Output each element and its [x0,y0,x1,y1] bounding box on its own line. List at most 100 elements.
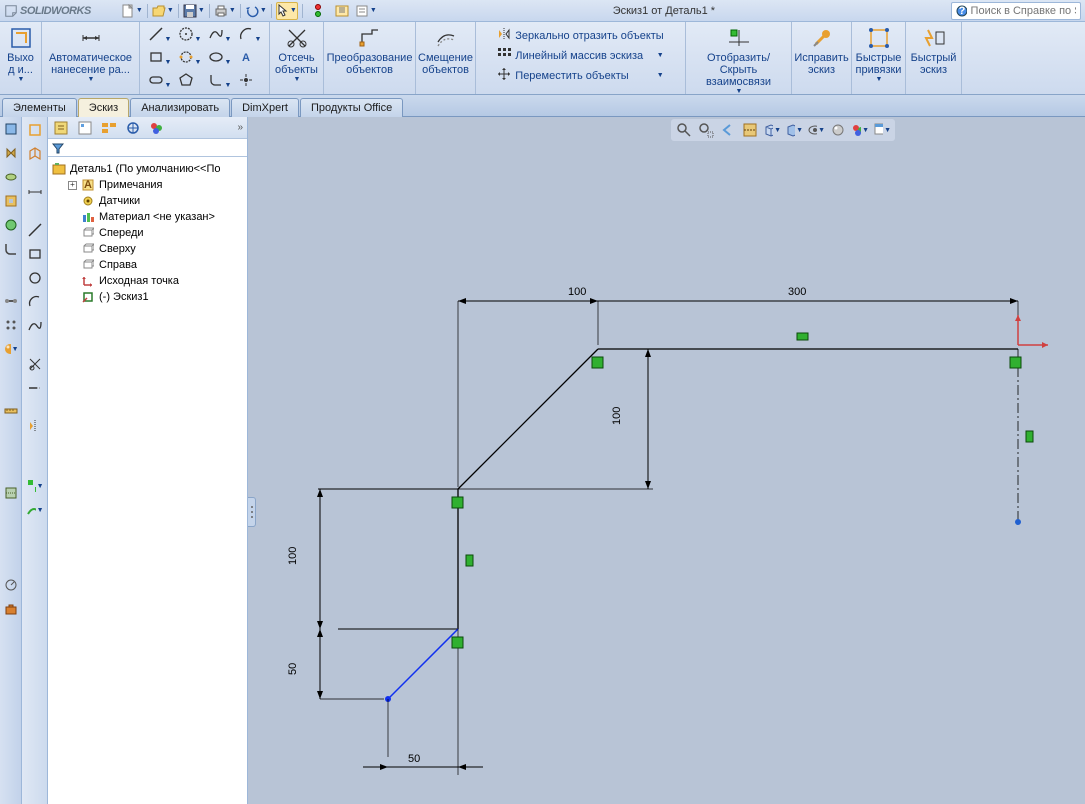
display-relations-button[interactable]: Отобразить/Скрыть взаимосвязи ▼ [692,24,786,97]
circle-tool[interactable]: ▼ [178,26,202,45]
tree-front-plane[interactable]: Спереди [50,225,245,241]
3dsketch-icon[interactable] [26,145,44,163]
undo-button[interactable]: ▼ [245,2,267,20]
tree-show-icon[interactable] [52,119,70,137]
mirror-icon[interactable] [26,417,44,435]
extrude-icon[interactable] [3,145,19,161]
save-button[interactable]: ▼ [183,2,205,20]
arc2-icon[interactable] [26,293,44,311]
features-icon[interactable] [3,121,19,137]
rebuild-button[interactable] [307,2,329,20]
quick-snaps-button[interactable]: Быстрые привязки ▼ [854,24,904,85]
rectangle-tool[interactable]: ▼ [148,49,172,68]
tab-features[interactable]: Элементы [2,98,77,117]
mirror-entities-button[interactable]: Зеркально отразить объекты [495,26,665,45]
help-search[interactable]: ? [951,2,1081,20]
help-search-input[interactable] [971,5,1076,17]
dimension-100-top-left[interactable]: 100 [458,286,598,487]
tree-top-plane[interactable]: Сверху [50,241,245,257]
tab-sketch[interactable]: Эскиз [78,98,129,117]
tree-appear-icon[interactable] [148,119,166,137]
tree-sensors[interactable]: Датчики [50,193,245,209]
line-tool[interactable]: ▼ [148,26,172,45]
measure-icon[interactable] [3,403,19,419]
tree-prop-icon[interactable] [76,119,94,137]
rect-icon[interactable] [26,245,44,263]
spline2-icon[interactable] [26,317,44,335]
relations-icon[interactable]: ▼ [26,477,44,495]
move-entities-button[interactable]: Переместить объекты▼ [495,66,665,85]
tree-display-icon[interactable] [124,119,142,137]
tab-office[interactable]: Продукты Office [300,98,403,117]
tab-evaluate[interactable]: Анализировать [130,98,230,117]
tree-root[interactable]: Деталь1 (По умолчанию<<По [50,161,245,177]
tree-origin[interactable]: Исходная точка [50,273,245,289]
section-icon[interactable] [3,485,19,501]
appearance-icon[interactable]: ▼ [3,341,19,357]
tree-annotations[interactable]: + A Примечания [50,177,245,193]
cut-extrude-icon[interactable] [3,193,19,209]
tree-right-plane[interactable]: Справа [50,257,245,273]
pattern-icon[interactable] [3,317,19,333]
tree-filter[interactable] [48,139,247,157]
sketch-canvas[interactable]: 100 300 [248,117,1085,804]
trim-button[interactable]: Отсечь объекты ▼ [273,24,320,85]
tree-config-icon[interactable] [100,119,118,137]
cut-revolve-icon[interactable] [3,217,19,233]
options-button[interactable] [331,2,353,20]
ellipse-tool[interactable]: ▼ [208,49,232,68]
polygon-tool[interactable] [178,72,202,91]
offset-entities-button[interactable]: Смещение объектов [416,24,475,78]
dimension-100-right[interactable]: 100 [458,349,653,489]
sketch-icon[interactable] [26,121,44,139]
properties-button[interactable]: ▼ [355,2,377,20]
slot-tool[interactable]: ▼ [148,72,172,91]
svg-text:100: 100 [611,407,623,425]
text-tool[interactable]: A [238,49,262,68]
tree-material[interactable]: Материал <не указан> [50,209,245,225]
expander-icon[interactable]: + [68,181,77,190]
relation-markers [452,333,1033,648]
sketch-line-diag2-selected[interactable] [388,629,458,699]
extend-icon[interactable] [26,379,44,397]
dimension-50-h[interactable]: 50 [363,753,483,770]
construct-icon[interactable]: ▼ [26,501,44,519]
trim2-icon[interactable] [26,355,44,373]
spline-tool[interactable]: ▼ [208,26,232,45]
svg-text:A: A [84,179,92,191]
exit-sketch-button[interactable]: Выхо д и... ▼ [5,24,36,85]
print-button[interactable]: ▼ [214,2,236,20]
tree-collapse-icon[interactable]: » [237,122,243,133]
toolbox-icon[interactable] [3,601,19,617]
title-bar: SOLIDWORKS ▼ ▼ ▼ ▼ ▼ ▼ ▼ Эскиз1 от Детал… [0,0,1085,22]
arc-tool[interactable]: ▼ [238,26,262,45]
dimension-100-left[interactable]: 100 [287,489,323,629]
mate-icon[interactable] [3,293,19,309]
repair-sketch-button[interactable]: Исправить эскиз [792,24,850,78]
graphics-area[interactable]: ▼ ▼ ▼ ▼ ▼ 100 300 [248,117,1085,804]
line-icon[interactable] [26,221,44,239]
open-button[interactable]: ▼ [152,2,174,20]
point-tool[interactable] [238,72,262,91]
tab-dimxpert[interactable]: DimXpert [231,98,299,117]
new-button[interactable]: ▼ [121,2,143,20]
sketch-line-diag1[interactable] [458,349,598,489]
convert-entities-button[interactable]: Преобразование объектов [325,24,415,78]
eval-icon[interactable] [3,577,19,593]
linear-pattern-button[interactable]: Линейный массив эскиза▼ [495,46,665,65]
svg-text:?: ? [959,5,966,17]
perimeter-circle-tool[interactable]: ▼ [178,49,202,68]
filter-icon [52,142,64,154]
smart-dimension-button[interactable]: Автоматическое нанесение ра... ▼ [47,24,134,85]
circ-icon[interactable] [26,269,44,287]
revolve-icon[interactable] [3,169,19,185]
rapid-sketch-button[interactable]: Быстрый эскиз [909,24,959,78]
ribbon: Выхо д и... ▼ Автоматическое нанесение р… [0,22,1085,95]
fillet-feat-icon[interactable] [3,241,19,257]
dim-icon[interactable] [26,183,44,201]
main-area: ▼ ▼ ▼ [0,117,1085,804]
fillet-tool[interactable]: ▼ [208,72,232,91]
select-button[interactable]: ▼ [276,2,298,20]
tree-sketch1[interactable]: (-) Эскиз1 [50,289,245,305]
dimension-50-v[interactable]: 50 [287,629,384,699]
